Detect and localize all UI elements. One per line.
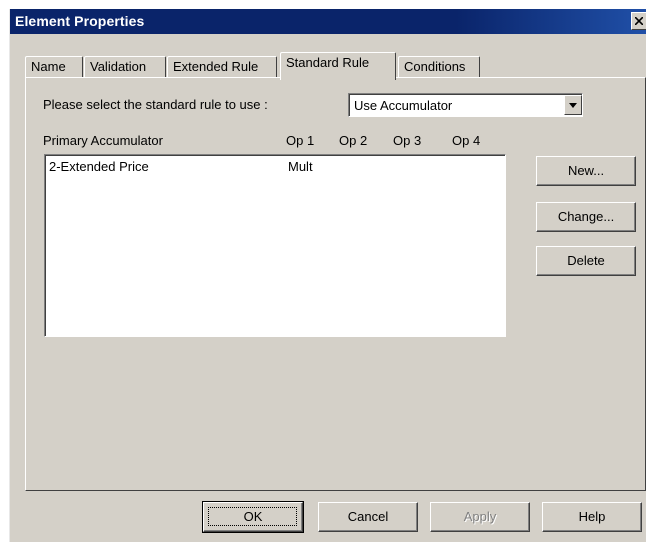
tab-conditions[interactable]: Conditions [398,56,480,78]
header-op4: Op 4 [452,133,481,148]
cell-primary: 2-Extended Price [49,159,149,174]
select-rule-label: Please select the standard rule to use : [43,97,268,112]
ok-button[interactable]: OK [202,501,304,533]
list-frame: 2-Extended Price Mult [45,155,505,336]
new-button[interactable]: New... [536,156,636,186]
accumulator-list[interactable]: 2-Extended Price Mult [44,154,506,337]
change-button[interactable]: Change... [536,202,636,232]
tab-standard-rule[interactable]: Standard Rule [280,52,396,80]
standard-rule-panel: Please select the standard rule to use :… [25,77,646,491]
header-op1: Op 1 [286,133,315,148]
dropdown-arrow-button[interactable] [564,95,582,115]
apply-button[interactable]: Apply [430,502,530,532]
cancel-button[interactable]: Cancel [318,502,418,532]
dropdown-selected-value: Use Accumulator [354,98,453,113]
title-bar[interactable]: Element Properties [10,9,646,34]
close-icon [635,17,643,25]
close-button[interactable] [631,12,646,30]
header-primary-accumulator: Primary Accumulator [43,133,163,148]
header-op3: Op 3 [393,133,422,148]
cell-op1: Mult [288,159,313,174]
element-properties-dialog: Element Properties Name Validation Exten… [9,9,646,542]
standard-rule-dropdown[interactable]: Use Accumulator [348,93,583,117]
tab-name[interactable]: Name [25,56,83,78]
tab-extended-rule[interactable]: Extended Rule [167,56,277,78]
tab-validation[interactable]: Validation [84,56,166,78]
list-item[interactable]: 2-Extended Price Mult [49,159,504,175]
delete-button[interactable]: Delete [536,246,636,276]
dropdown-frame: Use Accumulator [349,94,582,116]
header-op2: Op 2 [339,133,368,148]
help-button[interactable]: Help [542,502,642,532]
window-title: Element Properties [15,13,145,29]
chevron-down-icon [569,103,577,108]
